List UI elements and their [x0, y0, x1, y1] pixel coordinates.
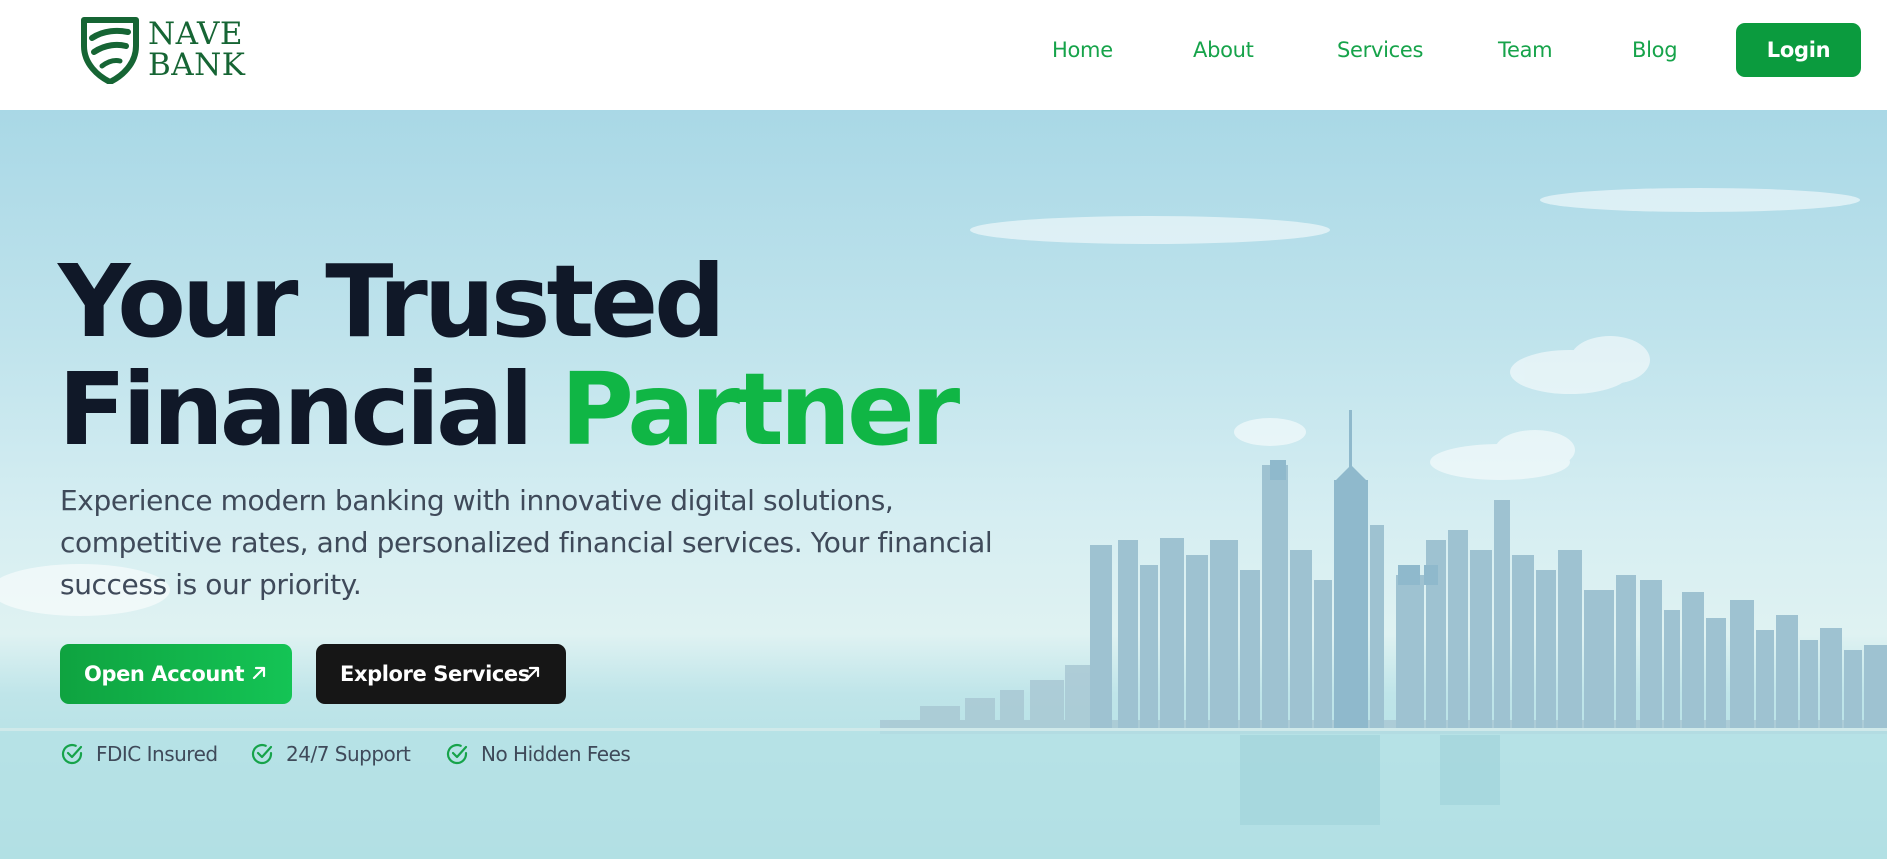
- arrow-up-right-icon: [526, 666, 540, 680]
- badge-label: FDIC Insured: [96, 742, 218, 766]
- nav-link-about[interactable]: About: [1193, 38, 1254, 62]
- badge-support: 24/7 Support: [250, 742, 411, 766]
- check-circle-icon: [446, 743, 468, 765]
- hero-title: Your Trusted Financial Partner: [58, 248, 960, 464]
- explore-services-button[interactable]: Explore Services: [316, 644, 566, 704]
- open-account-button[interactable]: Open Account: [60, 644, 292, 704]
- nav-link-team[interactable]: Team: [1498, 38, 1553, 62]
- check-circle-icon: [61, 743, 83, 765]
- arrow-up-right-icon: [252, 666, 266, 680]
- hero-title-line1: Your Trusted: [58, 243, 726, 360]
- nav-link-services[interactable]: Services: [1337, 38, 1423, 62]
- hero-title-accent: Partner: [560, 351, 961, 468]
- badge-fdic-insured: FDIC Insured: [60, 742, 218, 766]
- nav-link-blog[interactable]: Blog: [1632, 38, 1678, 62]
- explore-services-label: Explore Services: [340, 662, 530, 686]
- badge-label: 24/7 Support: [286, 742, 411, 766]
- site-header: NAVE BANK Home About Services Team Blog …: [0, 0, 1887, 110]
- nav-link-home[interactable]: Home: [1052, 38, 1113, 62]
- open-account-label: Open Account: [84, 662, 245, 686]
- main-nav: Home About Services Team Blog Login: [0, 0, 1887, 110]
- hero-title-line2: Financial: [58, 351, 534, 468]
- check-circle-icon: [251, 743, 273, 765]
- badge-no-hidden-fees: No Hidden Fees: [445, 742, 631, 766]
- hero-section: Your Trusted Financial Partner Experienc…: [0, 110, 1887, 859]
- hero-subtitle: Experience modern banking with innovativ…: [60, 484, 993, 601]
- login-button[interactable]: Login: [1736, 23, 1861, 77]
- badge-label: No Hidden Fees: [481, 742, 631, 766]
